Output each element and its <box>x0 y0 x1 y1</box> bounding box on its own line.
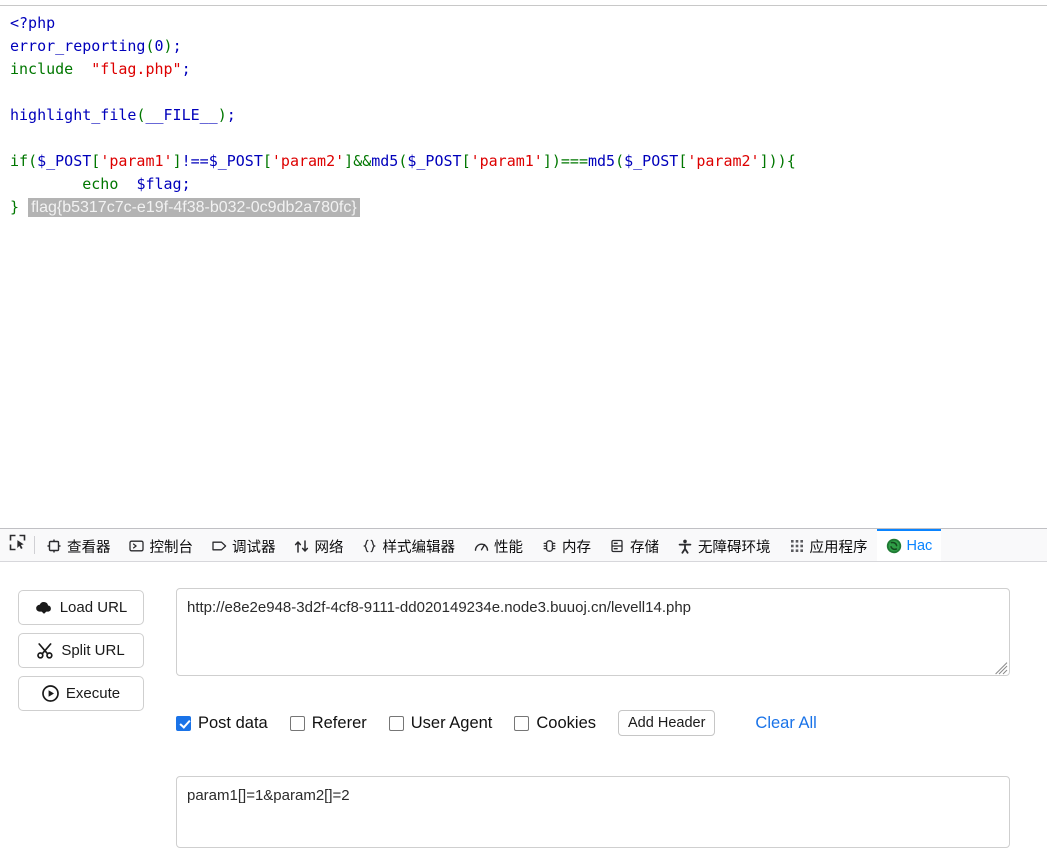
option-cookies-label: Cookies <box>536 713 597 732</box>
hackbar-icon <box>886 538 902 554</box>
scissors-icon <box>37 642 54 659</box>
tab-performance[interactable]: 性能 <box>464 529 532 561</box>
post-data-checkbox[interactable] <box>176 715 191 731</box>
tab-storage[interactable]: 存储 <box>600 529 668 561</box>
tab-console-label: 控制台 <box>149 539 194 556</box>
network-icon <box>294 538 310 554</box>
post-data-textarea-wrapper: param1[]=1&param2[]=2 <box>176 776 1010 848</box>
tab-style-editor[interactable]: 样式编辑器 <box>353 529 465 561</box>
storage-icon <box>609 538 625 554</box>
tab-application-label: 应用程序 <box>809 539 868 556</box>
tab-performance-label: 性能 <box>494 539 523 556</box>
style-editor-icon <box>362 538 378 554</box>
post-data-input[interactable]: param1[]=1&param2[]=2 <box>176 776 1010 848</box>
application-icon <box>789 538 805 554</box>
execute-button[interactable]: Execute <box>18 676 144 711</box>
tab-console[interactable]: 控制台 <box>120 529 203 561</box>
page-top-divider <box>0 5 1047 6</box>
page-content-area: <?php error_reporting(0); include "flag.… <box>0 0 1047 528</box>
element-picker-button[interactable] <box>0 529 34 561</box>
option-post-data-label: Post data <box>198 713 268 732</box>
option-user-agent-label: User Agent <box>410 713 493 732</box>
tab-hackbar-label: Hac <box>906 538 933 554</box>
tab-inspector-label: 查看器 <box>67 539 111 556</box>
load-url-label: Load URL <box>59 599 128 616</box>
cloud-download-icon <box>35 600 53 615</box>
accessibility-icon <box>677 538 693 554</box>
tab-inspector[interactable]: 查看器 <box>37 529 120 561</box>
toolbar-separator <box>34 536 35 554</box>
url-input[interactable]: http://e8e2e948-3d2f-4cf8-9111-dd0201492… <box>176 588 1010 676</box>
user-agent-checkbox[interactable] <box>388 715 404 731</box>
referer-checkbox[interactable] <box>289 715 305 731</box>
hackbar-button-column: Load URL Split URL Execute <box>18 590 144 719</box>
element-picker-icon <box>9 534 26 556</box>
tab-accessibility-label: 无障碍环境 <box>698 539 771 556</box>
tab-storage-label: 存储 <box>630 539 659 556</box>
tab-debugger-label: 调试器 <box>232 539 276 556</box>
option-user-agent[interactable]: User Agent <box>388 713 493 733</box>
tab-application[interactable]: 应用程序 <box>780 529 877 561</box>
memory-icon <box>541 538 557 554</box>
tab-memory[interactable]: 内存 <box>532 529 600 561</box>
execute-label: Execute <box>65 685 121 702</box>
tab-memory-label: 内存 <box>562 539 591 556</box>
console-icon <box>129 538 145 554</box>
play-icon <box>42 685 59 702</box>
tab-accessibility[interactable]: 无障碍环境 <box>668 529 780 561</box>
option-referer[interactable]: Referer <box>289 713 367 733</box>
php-source-code: <?php error_reporting(0); include "flag.… <box>10 14 796 217</box>
hackbar-options-row: Post data Referer User Agent Cookies Add… <box>176 710 817 736</box>
inspector-icon <box>46 538 62 554</box>
option-referer-label: Referer <box>311 713 367 732</box>
devtools-toolbar: 查看器 控制台 调试器 网络 样式编辑器 性能 内存 存储 无障碍环境 应用程序… <box>0 528 1047 562</box>
option-post-data[interactable]: Post data <box>176 714 268 733</box>
tab-network-label: 网络 <box>314 539 344 556</box>
add-header-button[interactable]: Add Header <box>618 710 716 736</box>
option-cookies[interactable]: Cookies <box>514 714 596 733</box>
tab-hackbar[interactable]: Hac <box>876 529 942 561</box>
tab-style-editor-label: 样式编辑器 <box>382 539 456 556</box>
tab-debugger[interactable]: 调试器 <box>202 529 285 561</box>
split-url-label: Split URL <box>61 642 125 659</box>
clear-all-link[interactable]: Clear All <box>755 714 816 733</box>
cookies-checkbox[interactable] <box>514 715 530 731</box>
split-url-button[interactable]: Split URL <box>18 633 144 668</box>
load-url-button[interactable]: Load URL <box>18 590 144 625</box>
performance-icon <box>473 538 489 554</box>
tab-network[interactable]: 网络 <box>285 529 353 561</box>
flag-output-text: flag{b5317c7c-e19f-4f38-b032-0c9db2a780f… <box>28 198 360 217</box>
debugger-icon <box>211 538 227 554</box>
url-textarea-wrapper: http://e8e2e948-3d2f-4cf8-9111-dd0201492… <box>176 588 1010 676</box>
